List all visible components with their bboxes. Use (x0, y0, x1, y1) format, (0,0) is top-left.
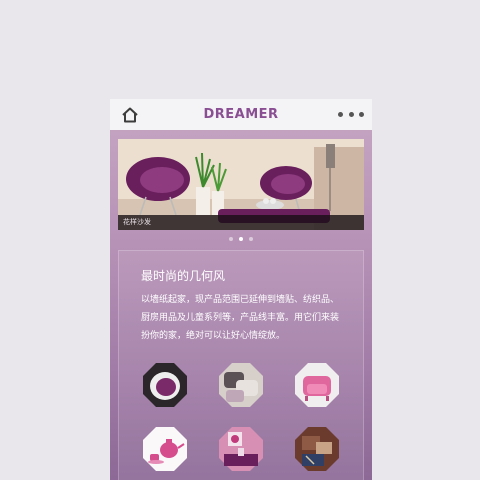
carousel-dot-active[interactable] (239, 237, 243, 241)
card-title: 最时尚的几何风 (141, 269, 226, 283)
banner-caption: 花样沙发 (118, 215, 364, 230)
card-description: 以墙纸起家，现产品范围已延伸到墙贴、纺织品、厨房用品及儿童系列等，产品线丰富。用… (141, 295, 340, 341)
more-menu-button[interactable] (338, 107, 364, 121)
home-button[interactable] (120, 105, 140, 125)
tile-teapot-set[interactable] (142, 426, 188, 472)
carousel-dot[interactable] (229, 237, 233, 241)
gift-box-image (295, 427, 339, 471)
home-icon (122, 107, 138, 123)
carousel-dots (229, 237, 253, 241)
tile-egg-chair[interactable] (142, 362, 188, 408)
tile-pink-armchair[interactable] (294, 362, 340, 408)
tile-pillows[interactable] (218, 362, 264, 408)
top-bar: DREAMER (110, 99, 372, 130)
flower-vase-image (219, 427, 263, 471)
pink-armchair-image (295, 363, 339, 407)
app-screen: DREAMER 花样沙发 最时尚的几何风 以墙纸起家，现产品范围已延伸到墙贴、纺… (110, 99, 372, 480)
app-title: DREAMER (203, 107, 279, 122)
carousel-dot[interactable] (249, 237, 253, 241)
tile-flower-vase[interactable] (218, 426, 264, 472)
banner-carousel[interactable]: 花样沙发 (118, 139, 364, 230)
feature-card: 最时尚的几何风 以墙纸起家，现产品范围已延伸到墙贴、纺织品、厨房用品及儿童系列等… (118, 250, 364, 480)
pillows-image (219, 363, 263, 407)
more-dots-icon (338, 111, 343, 117)
teapot-set-image (143, 427, 187, 471)
tile-gift-box[interactable] (294, 426, 340, 472)
egg-chair-image (143, 363, 187, 407)
